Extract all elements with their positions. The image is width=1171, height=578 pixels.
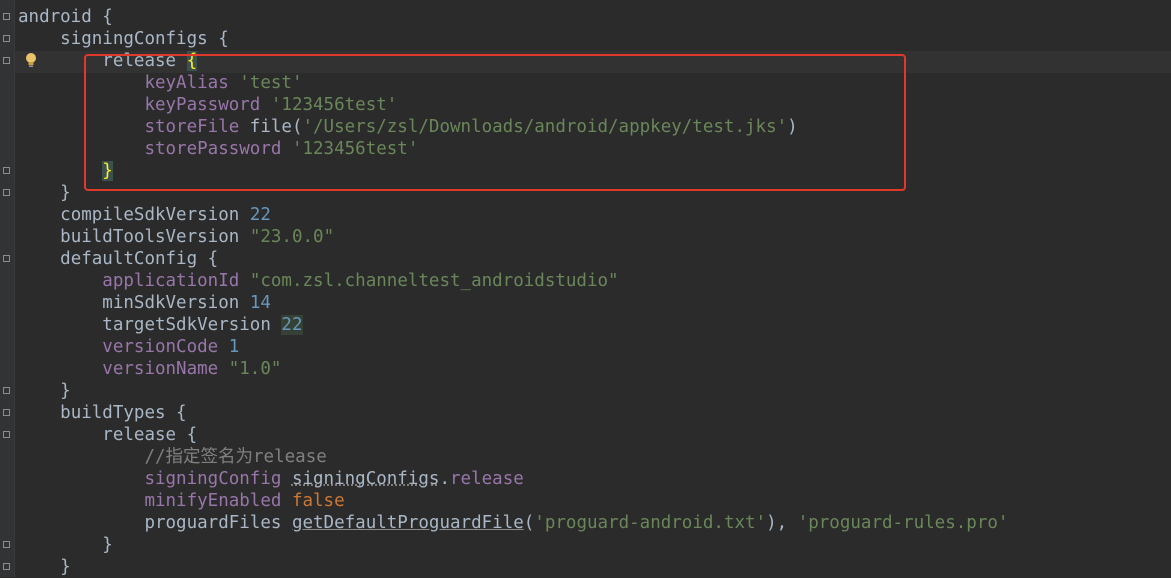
code-token: minSdkVersion (102, 293, 250, 313)
code-token: release { (102, 425, 198, 445)
code-token: getDefaultProguardFile (291, 513, 524, 533)
code-token: minifyEnabled (144, 491, 292, 511)
code-line[interactable]: } (18, 534, 113, 556)
code-token: 14 (249, 293, 271, 313)
fold-marker-icon[interactable] (3, 541, 10, 548)
code-token: } (60, 381, 71, 401)
fold-marker-icon[interactable] (3, 167, 10, 174)
code-token: applicationId (102, 271, 250, 291)
code-line[interactable]: proguardFiles getDefaultProguardFile('pr… (18, 512, 1008, 534)
code-token: compileSdkVersion (60, 205, 250, 225)
code-token: } (60, 183, 71, 203)
code-line[interactable]: versionCode 1 (18, 336, 239, 358)
code-token: "1.0" (228, 359, 282, 379)
fold-marker-icon[interactable] (3, 13, 10, 20)
code-line[interactable]: release { (18, 424, 197, 446)
code-line[interactable]: } (18, 380, 71, 402)
code-line[interactable]: signingConfig signingConfigs.release (18, 468, 524, 490)
code-line[interactable]: android { (18, 6, 113, 28)
fold-marker-icon[interactable] (3, 387, 10, 394)
code-token: } (60, 557, 71, 577)
code-token: 'proguard-rules.pro' (797, 513, 1009, 533)
gutter-separator (14, 0, 15, 577)
release-block-highlight-box (84, 54, 906, 191)
code-token: 1 (228, 337, 240, 357)
code-token: signingConfig (144, 469, 292, 489)
code-token: . (439, 469, 451, 489)
code-token: signingConfigs (291, 469, 440, 489)
code-token: 22 (249, 205, 271, 225)
code-token: buildTypes { (60, 403, 187, 423)
code-line[interactable]: compileSdkVersion 22 (18, 204, 271, 226)
code-line[interactable]: versionName "1.0" (18, 358, 281, 380)
code-token: ), (766, 513, 798, 533)
code-token: versionName (102, 359, 229, 379)
code-token: 22 (281, 315, 303, 335)
code-token: buildToolsVersion (60, 227, 250, 247)
code-line[interactable]: minifyEnabled false (18, 490, 345, 512)
code-token: versionCode (102, 337, 229, 357)
code-token: 'proguard-android.txt' (534, 513, 767, 533)
fold-marker-icon[interactable] (3, 35, 10, 42)
code-token: signingConfigs { (60, 29, 229, 49)
code-line[interactable]: defaultConfig { (18, 248, 218, 270)
code-line[interactable]: applicationId "com.zsl.channeltest_andro… (18, 270, 619, 292)
fold-marker-icon[interactable] (3, 431, 10, 438)
code-token: ( (523, 513, 535, 533)
fold-marker-icon[interactable] (3, 189, 10, 196)
code-line[interactable]: minSdkVersion 14 (18, 292, 271, 314)
code-line[interactable]: signingConfigs { (18, 28, 229, 50)
code-token: "com.zsl.channeltest_androidstudio" (249, 271, 619, 291)
code-line[interactable]: buildToolsVersion "23.0.0" (18, 226, 334, 248)
fold-marker-icon[interactable] (3, 409, 10, 416)
editor-gutter (0, 0, 14, 577)
code-token: //指定签名为release (144, 447, 327, 467)
code-token: release (450, 469, 524, 489)
code-token: android { (18, 7, 113, 27)
code-line[interactable]: } (18, 556, 71, 578)
code-token: targetSdkVersion (102, 315, 282, 335)
code-token: defaultConfig { (60, 249, 219, 269)
code-token: false (291, 491, 345, 511)
code-token: "23.0.0" (249, 227, 335, 247)
code-line[interactable]: //指定签名为release (18, 446, 327, 468)
fold-marker-icon[interactable] (3, 255, 10, 262)
fold-marker-icon[interactable] (3, 563, 10, 570)
code-line[interactable]: buildTypes { (18, 402, 187, 424)
fold-marker-icon[interactable] (3, 57, 10, 64)
lightbulb-icon[interactable] (24, 52, 38, 68)
code-token: proguardFiles (144, 513, 292, 533)
code-token: } (102, 535, 113, 555)
code-line[interactable]: } (18, 182, 71, 204)
code-line[interactable]: targetSdkVersion 22 (18, 314, 303, 336)
